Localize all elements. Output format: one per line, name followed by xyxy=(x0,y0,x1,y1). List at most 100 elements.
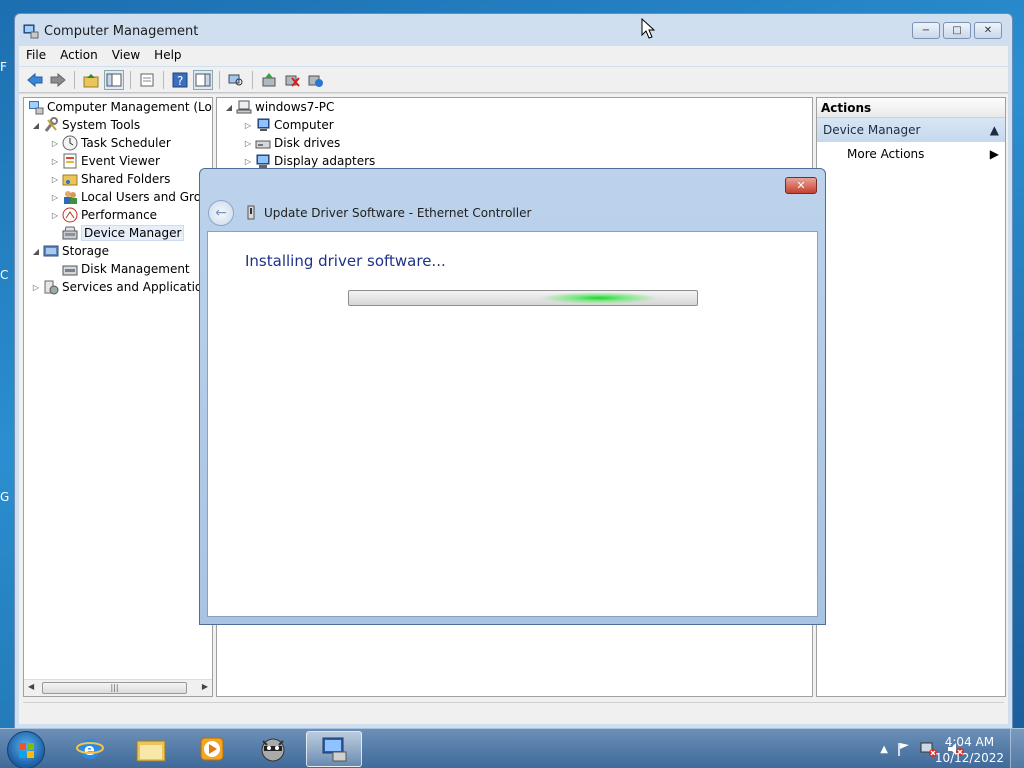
collapsed-icon[interactable]: ▷ xyxy=(49,211,61,220)
show-action-pane-icon[interactable] xyxy=(193,69,213,90)
up-folder-icon[interactable] xyxy=(81,70,101,90)
disk-drive-icon xyxy=(255,135,271,151)
installing-message: Installing driver software... xyxy=(245,252,446,270)
action-center-flag-icon[interactable] xyxy=(896,741,912,757)
collapsed-icon[interactable]: ▷ xyxy=(49,139,61,148)
taskbar-explorer[interactable] xyxy=(123,731,179,767)
tree-item-system-tools[interactable]: ◢ System Tools xyxy=(24,116,212,134)
taskbar-computer-management[interactable] xyxy=(306,731,362,767)
dialog-close-button[interactable]: ✕ xyxy=(785,177,817,194)
collapsed-icon[interactable]: ▷ xyxy=(242,139,254,148)
tree-item-task-scheduler[interactable]: ▷ Task Scheduler xyxy=(24,134,212,152)
expanded-icon[interactable]: ◢ xyxy=(223,103,235,112)
progress-bar xyxy=(348,290,698,306)
users-icon xyxy=(62,189,78,205)
device-category-disk-drives[interactable]: ▷ Disk drives xyxy=(217,134,812,152)
taskbar-clock[interactable]: 4:04 AM 10/12/2022 xyxy=(935,734,1004,766)
progress-glow xyxy=(539,292,659,304)
toolbar-separator xyxy=(252,70,253,89)
tree-label: Storage xyxy=(62,244,109,258)
maximize-button[interactable]: □ xyxy=(943,22,971,39)
tree-item-disk-management[interactable]: Disk Management xyxy=(24,260,212,278)
show-hidden-icons-icon[interactable]: ▲ xyxy=(880,744,888,755)
host-label: windows7-PC xyxy=(255,100,335,114)
taskbar-raccoon-app[interactable] xyxy=(245,731,301,767)
title-bar[interactable]: Computer Management − □ ✕ xyxy=(15,14,1012,48)
update-driver-icon[interactable] xyxy=(259,70,279,90)
taskbar-media-player[interactable] xyxy=(184,731,240,767)
event-viewer-icon xyxy=(62,153,78,169)
toolbar-separator xyxy=(219,70,220,89)
display-adapter-icon xyxy=(255,153,271,169)
tree-label: Shared Folders xyxy=(81,172,171,186)
scrollbar-thumb[interactable]: ||| xyxy=(42,682,187,694)
show-hide-tree-icon[interactable] xyxy=(104,69,124,90)
dialog-title: Update Driver Software - Ethernet Contro… xyxy=(264,206,532,220)
close-button[interactable]: ✕ xyxy=(974,22,1002,39)
collapsed-icon[interactable]: ▷ xyxy=(49,175,61,184)
clock-time: 4:04 AM xyxy=(944,735,995,749)
submenu-arrow-icon: ▶ xyxy=(989,147,999,161)
expanded-icon[interactable]: ◢ xyxy=(30,247,42,256)
scroll-left-icon[interactable]: ◀ xyxy=(28,682,34,691)
horizontal-scrollbar[interactable]: ◀ ||| ▶ xyxy=(24,679,212,696)
actions-section-label: Device Manager xyxy=(823,123,921,137)
tree-label: Event Viewer xyxy=(81,154,160,168)
start-button[interactable] xyxy=(7,731,45,768)
actions-pane: Actions Device Manager ▲ More Actions ▶ xyxy=(816,97,1006,697)
show-desktop-button[interactable] xyxy=(1010,729,1024,768)
update-driver-dialog: ✕ ← Update Driver Software - Ethernet Co… xyxy=(199,168,826,625)
device-category-computer[interactable]: ▷ Computer xyxy=(217,116,812,134)
menu-view[interactable]: View xyxy=(105,46,147,66)
collapsed-icon[interactable]: ▷ xyxy=(30,283,42,292)
device-host[interactable]: ◢ windows7-PC xyxy=(217,98,812,116)
enable-device-icon[interactable] xyxy=(305,70,325,90)
forward-arrow-icon[interactable] xyxy=(48,70,68,90)
desktop-fragment: C xyxy=(0,268,9,282)
console-tree: Computer Management (Local ◢ System Tool… xyxy=(23,97,213,697)
tree-item-shared-folders[interactable]: ▷ Shared Folders xyxy=(24,170,212,188)
expanded-icon[interactable]: ◢ xyxy=(30,121,42,130)
taskbar: e ▲ 4:04 AM 10/12/2022 xyxy=(0,728,1024,768)
collapsed-icon[interactable]: ▷ xyxy=(242,121,254,130)
tree-item-event-viewer[interactable]: ▷ Event Viewer xyxy=(24,152,212,170)
tree-label: Services and Applications xyxy=(62,280,213,294)
toolbar-separator xyxy=(130,70,131,89)
scroll-right-icon[interactable]: ▶ xyxy=(202,682,208,691)
back-arrow-icon[interactable]: ← xyxy=(208,200,234,226)
tree-item-local-users[interactable]: ▷ Local Users and Group xyxy=(24,188,212,206)
menu-help[interactable]: Help xyxy=(147,46,188,66)
actions-section-device-manager[interactable]: Device Manager ▲ xyxy=(817,118,1005,142)
tree-item-storage[interactable]: ◢ Storage xyxy=(24,242,212,260)
uninstall-device-icon[interactable] xyxy=(282,70,302,90)
tree-item-device-manager[interactable]: Device Manager xyxy=(24,224,212,242)
internet-explorer-icon: e xyxy=(76,739,104,759)
scan-hardware-icon[interactable] xyxy=(226,70,246,90)
more-actions-item[interactable]: More Actions ▶ xyxy=(817,142,1005,166)
dialog-body: Installing driver software... xyxy=(207,231,818,617)
disk-management-icon xyxy=(62,261,78,277)
toolbar-separator xyxy=(163,70,164,89)
shared-folder-icon xyxy=(62,171,78,187)
desktop-fragment: G xyxy=(0,490,10,504)
tree-item-services[interactable]: ▷ Services and Applications xyxy=(24,278,212,296)
tree-label: Device Manager xyxy=(81,225,185,241)
collapsed-icon[interactable]: ▷ xyxy=(49,193,61,202)
collapsed-icon[interactable]: ▷ xyxy=(242,157,254,166)
properties-icon[interactable] xyxy=(137,70,157,90)
menu-file[interactable]: File xyxy=(19,46,53,66)
tree-label: Performance xyxy=(81,208,158,222)
taskbar-internet-explorer[interactable]: e xyxy=(62,731,118,767)
collapse-up-icon[interactable]: ▲ xyxy=(990,123,999,137)
device-label: Display adapters xyxy=(274,154,376,168)
tree-item-root[interactable]: Computer Management (Local xyxy=(24,98,212,116)
menu-action[interactable]: Action xyxy=(53,46,105,66)
computer-management-icon xyxy=(23,24,39,39)
collapsed-icon[interactable]: ▷ xyxy=(49,157,61,166)
help-icon[interactable]: ? xyxy=(170,70,190,90)
minimize-button[interactable]: − xyxy=(912,22,940,39)
back-arrow-icon[interactable] xyxy=(25,70,45,90)
performance-icon xyxy=(62,207,78,223)
media-player-icon xyxy=(200,737,224,761)
tree-item-performance[interactable]: ▷ Performance xyxy=(24,206,212,224)
